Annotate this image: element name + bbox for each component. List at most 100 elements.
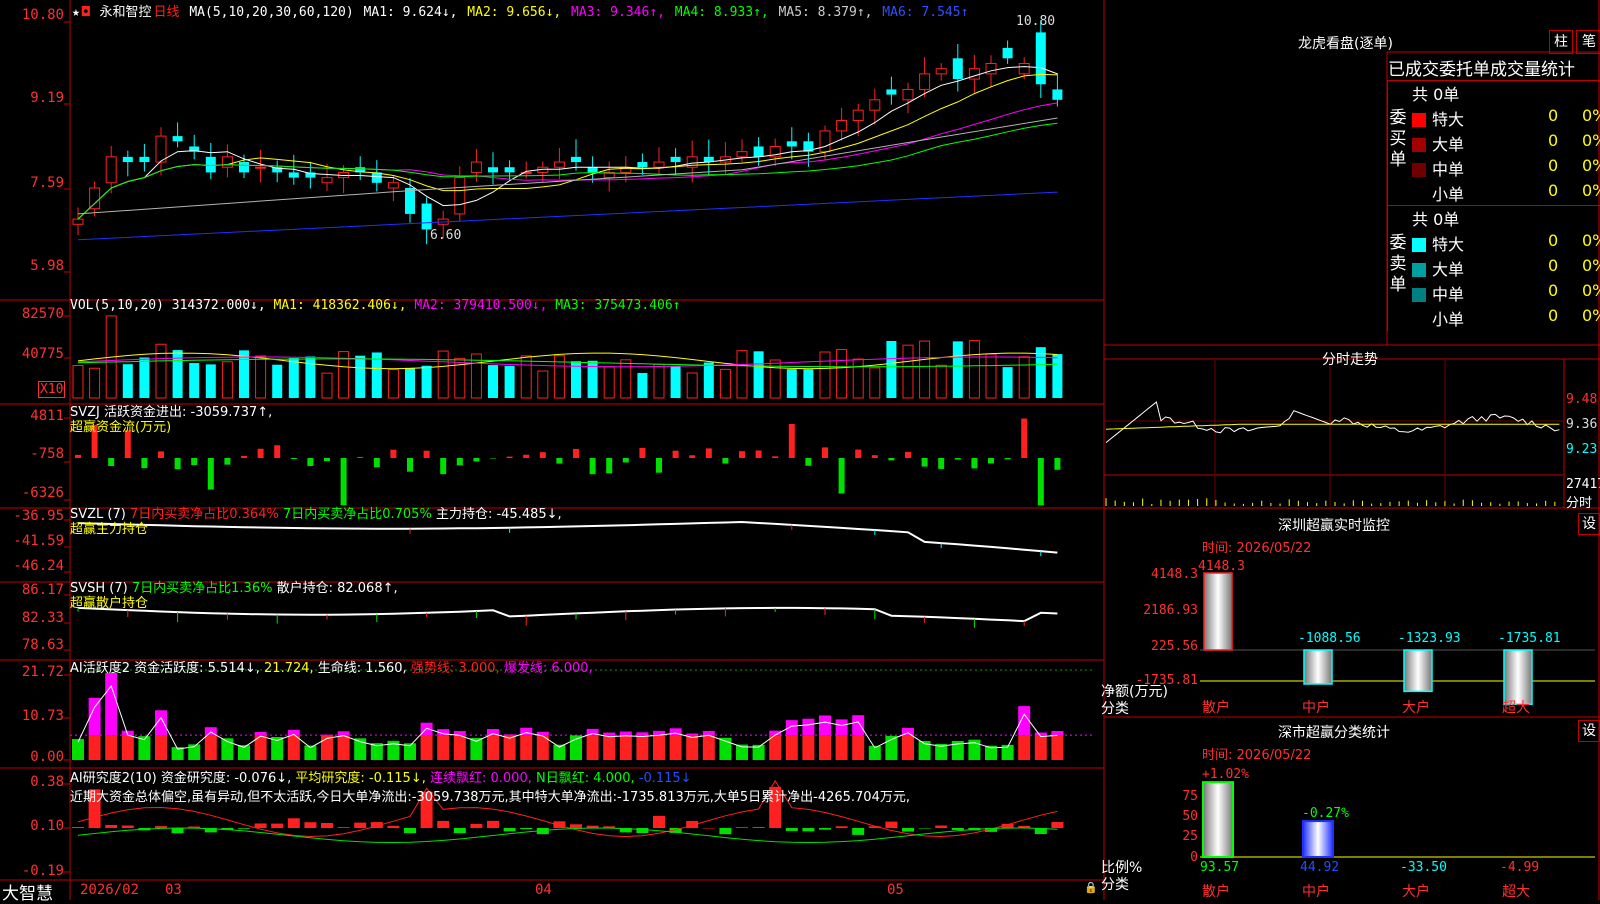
buy-total: 共 0单 [1412,85,1460,104]
order-percent: 0% [1582,131,1600,150]
svsh-axis-2: 82.33 [21,610,64,626]
ai1-v4: 爆发线: 6.000, [503,661,593,676]
candle-up [470,161,482,173]
vol-bar [803,369,814,398]
ai2-bar [802,828,815,832]
ai1-bar-top [819,715,831,736]
sz-class-title: 深市超赢分类统计 [1278,725,1390,741]
candle-up [454,177,466,215]
ai1-bar-top [321,734,333,736]
ai1-bar-bottom [1034,735,1047,760]
ai2-bar [470,823,483,828]
ai2-bar [121,825,134,828]
ai1-bar-bottom [702,735,715,760]
vol-bar [919,340,931,399]
svzj-bar [938,458,945,469]
vol-unit-badge[interactable]: X10 [38,381,66,398]
column-view-button[interactable]: 柱 [1549,30,1573,54]
sz-monitor-settings-button[interactable]: 设 [1578,513,1600,535]
svzl-part2: 7日内买卖净占比0.705% [282,507,432,522]
ai2-bar [819,828,831,830]
vol-ma3: MA3: 375473.406↑ [555,298,681,313]
ma6-value: MA6: 7.545↑ [882,5,969,20]
svzj-bar [871,455,878,458]
ai1-bar-bottom [653,735,665,760]
svzj-title: 超赢资金流(万元) [70,420,172,435]
candle-down [239,162,249,173]
vol-ma1: MA1: 418362.406↓, [273,298,407,313]
svzj-bar [523,454,530,458]
ai1-bar-bottom [420,735,433,760]
lhb-tabs[interactable]: 已成交委托单成交量统计 [1388,55,1575,80]
ai2-bar [453,828,466,834]
date-label-1: 2026/02 [80,882,140,898]
candle-up [919,73,931,90]
sz-class-category: 大户 [1402,884,1430,900]
vol-bar [255,355,267,399]
sz-class-settings-button[interactable]: 设 [1578,720,1600,742]
candle-up [869,99,881,111]
date-label-4: 05 [887,882,904,898]
svzj-bar [606,458,613,474]
ma2-value: MA2: 9.656↓, [467,5,562,20]
ai1-bar-bottom [503,735,516,760]
vol-bar [952,341,963,398]
svzj-bar [407,458,413,472]
svzj-bar [340,458,347,506]
ai2-bar [570,824,582,828]
svzj-bar [755,450,762,458]
ai1-bar-top [636,732,649,736]
ai1-bar-top [785,720,798,736]
order-type: 大单 [1432,135,1465,154]
order-count: 0 [1548,106,1559,125]
star-icon[interactable]: ★ [72,5,80,20]
main-chart-canvas[interactable] [0,0,1600,900]
candle-up [155,135,167,163]
ai2-bar [171,828,184,834]
price-high-mark: 10.80 [1016,14,1056,29]
flag-icon: ◘ [81,5,90,20]
fenshi-vol-label: 分时 [1566,496,1593,511]
svsh-line [77,606,1058,623]
ai2-bar [636,828,649,833]
sz-class-value: -4.99 [1500,860,1540,875]
ai2-bar [155,826,167,828]
price-low-mark: 6.60 [430,228,462,243]
vol-bar [786,369,797,398]
vol-bar [288,358,299,398]
ai1-bar-bottom [769,735,782,760]
vol-value: 314372.000↓, [171,298,266,313]
ma3-value: MA3: 9.346↑, [571,5,665,20]
ai1-bar-top [686,733,699,736]
vol-bar [221,361,233,399]
brand-logo[interactable]: 大智慧 [2,879,53,904]
vol-bar [321,372,333,399]
order-count: 0 [1548,231,1559,250]
sell-total: 共 0单 [1412,210,1460,229]
ma-line-6 [77,191,1058,241]
tick-view-button[interactable]: 笔 [1576,30,1600,54]
sz-monitor-axis-3: 225.56 [1151,639,1198,654]
ai2-bar [337,827,350,828]
svzj-bar [622,458,629,463]
candle-down [1002,47,1013,59]
ai2-bar [387,825,400,828]
price-axis-4: 5.98 [30,258,64,274]
svzl-part3: 主力持仓: -45.485↓, [435,507,562,522]
svzj-bar [838,458,845,494]
order-percent: 0% [1582,256,1600,275]
ai2-label: AI研究度2(10) 资金研究度: -0.076↓, [70,771,292,786]
svzj-bar [1021,418,1028,458]
svzj-bar [1004,458,1011,460]
vol-bar [537,370,549,399]
sz-class-axis-4: 0 [1190,850,1198,865]
svzj-bar [390,449,397,458]
lock-icon[interactable]: 🔒 [1084,881,1098,894]
candle-down [786,141,797,147]
period-label[interactable]: 日线 [154,5,180,20]
vol-bar [719,368,731,399]
svzl-part1: 7日内买卖净占比0.364% [129,507,279,522]
svzj-bar [888,458,895,461]
vol-bar [172,350,183,398]
ai1-bar-bottom [287,735,300,760]
